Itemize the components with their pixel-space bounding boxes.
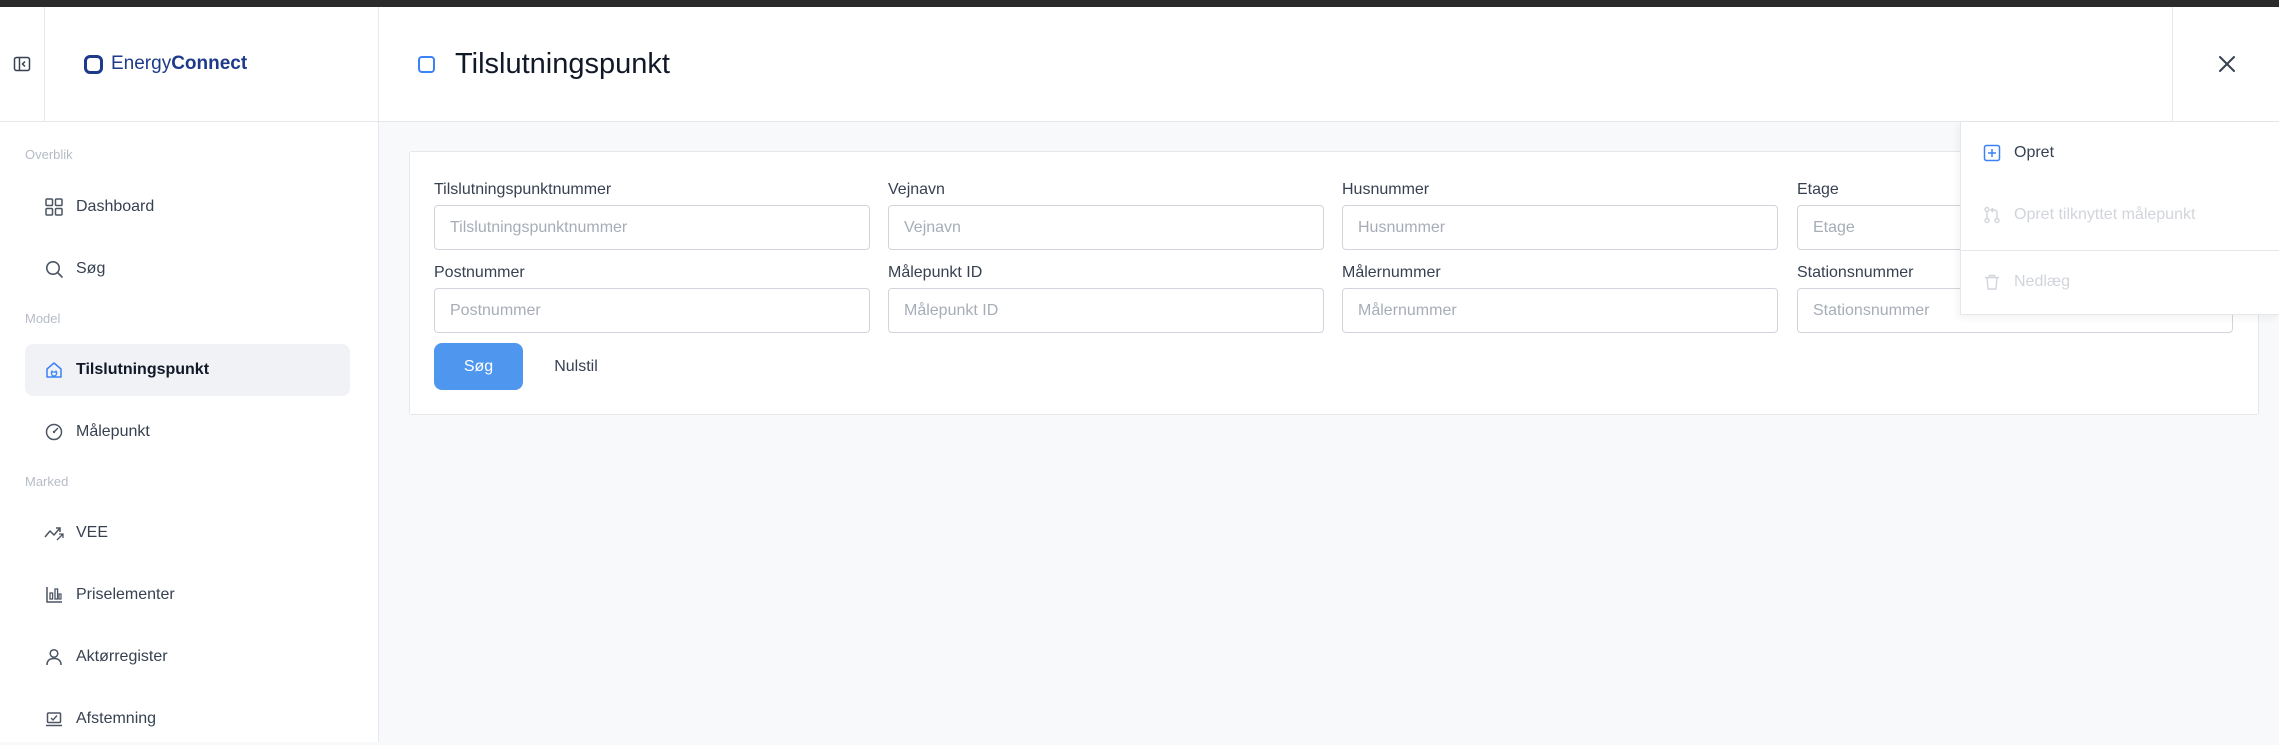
sidebar-item-priselementer[interactable]: Priselementer <box>25 569 350 621</box>
sidebar-section-overblik: Overblik <box>25 147 73 162</box>
field-label: Postnummer <box>434 264 525 281</box>
menu-item-nedlaeg[interactable]: Nedlæg <box>1961 251 2279 313</box>
sidebar-item-label: Målepunkt <box>76 423 150 440</box>
price-chart-icon <box>44 585 64 605</box>
house-plug-icon <box>44 360 64 380</box>
sidebar-item-label: Dashboard <box>76 198 155 215</box>
field-label: Vejnavn <box>888 181 945 198</box>
page-title: Tilslutningspunkt <box>455 47 670 80</box>
sidebar-item-label: Tilslutningspunkt <box>76 361 210 378</box>
close-icon <box>2218 56 2235 72</box>
field-label: Tilslutningspunktnummer <box>434 181 612 198</box>
trash-icon <box>1982 272 2002 292</box>
sidebar-item-label: Aktørregister <box>76 648 168 665</box>
field-label: Målepunkt ID <box>888 264 983 281</box>
grid-icon <box>44 197 64 217</box>
action-menu: Opret Opret tilknyttet målepunkt Nedlæg <box>1960 122 2279 315</box>
brand-name-part2: Connect <box>171 53 248 74</box>
postnummer-input[interactable] <box>434 288 870 333</box>
app-header: EnergyConnect Tilslutningspunkt <box>0 7 2279 122</box>
field-tilslutningspunktnummer: Tilslutningspunktnummer <box>434 179 870 250</box>
git-pull-icon <box>1982 205 2002 225</box>
vejnavn-input[interactable] <box>888 205 1324 250</box>
logo-icon <box>84 54 103 74</box>
brand-name: EnergyConnect <box>111 53 247 75</box>
sidebar-section-model: Model <box>25 311 61 326</box>
panel-left-icon <box>13 56 31 72</box>
close-button[interactable] <box>2172 7 2279 121</box>
sidebar-item-afstemning[interactable]: Afstemning <box>25 693 350 745</box>
sidebar-toggle-button[interactable] <box>0 7 45 121</box>
gauge-icon <box>44 422 64 442</box>
menu-item-opret-tilknyttet-malepunkt[interactable]: Opret tilknyttet målepunkt <box>1961 184 2279 246</box>
field-label: Målernummer <box>1342 264 1441 281</box>
brand-logo[interactable]: EnergyConnect <box>44 7 379 121</box>
field-malernummer: Målernummer <box>1342 262 1778 333</box>
search-button[interactable]: Søg <box>434 343 523 390</box>
search-icon <box>44 259 64 279</box>
field-husnummer: Husnummer <box>1342 179 1778 250</box>
field-malepunkt-id: Målepunkt ID <box>888 262 1324 333</box>
malernummer-input[interactable] <box>1342 288 1778 333</box>
menu-item-label: Nedlæg <box>2014 273 2071 290</box>
field-label: Husnummer <box>1342 181 1430 198</box>
sidebar-item-tilslutningspunkt[interactable]: Tilslutningspunkt <box>25 344 350 396</box>
plus-square-icon <box>1982 143 2002 163</box>
window-top-bar <box>0 0 2279 7</box>
user-icon <box>44 647 64 667</box>
tilslutningspunktnummer-input[interactable] <box>434 205 870 250</box>
field-vejnavn: Vejnavn <box>888 179 1324 250</box>
sidebar-section-marked: Marked <box>25 474 69 489</box>
field-postnummer: Postnummer <box>434 262 870 333</box>
husnummer-input[interactable] <box>1342 205 1778 250</box>
malepunkt-id-input[interactable] <box>888 288 1324 333</box>
sidebar-item-search[interactable]: Søg <box>25 243 350 295</box>
sidebar-item-malepunkt[interactable]: Målepunkt <box>25 406 350 458</box>
sidebar-item-vee[interactable]: VEE <box>25 507 350 559</box>
menu-item-label: Opret tilknyttet målepunkt <box>2014 206 2196 223</box>
page-header: Tilslutningspunkt <box>418 7 670 121</box>
sidebar-item-dashboard[interactable]: Dashboard <box>25 181 350 233</box>
page-checkbox-icon <box>418 55 435 73</box>
menu-item-label: Opret <box>2014 144 2055 161</box>
sidebar-item-aktorregister[interactable]: Aktørregister <box>25 631 350 683</box>
brand-name-part1: Energy <box>111 53 172 74</box>
sidebar-item-label: Søg <box>76 260 106 277</box>
sidebar-item-label: VEE <box>76 524 109 541</box>
sidebar-item-label: Afstemning <box>76 710 157 727</box>
trend-icon <box>44 523 64 543</box>
sidebar-item-label: Priselementer <box>76 586 175 603</box>
sidebar: Overblik Dashboard Søg Model Tilslutning… <box>0 122 379 742</box>
reset-button[interactable]: Nulstil <box>536 343 616 390</box>
menu-item-opret[interactable]: Opret <box>1961 122 2279 184</box>
laptop-check-icon <box>44 709 64 729</box>
